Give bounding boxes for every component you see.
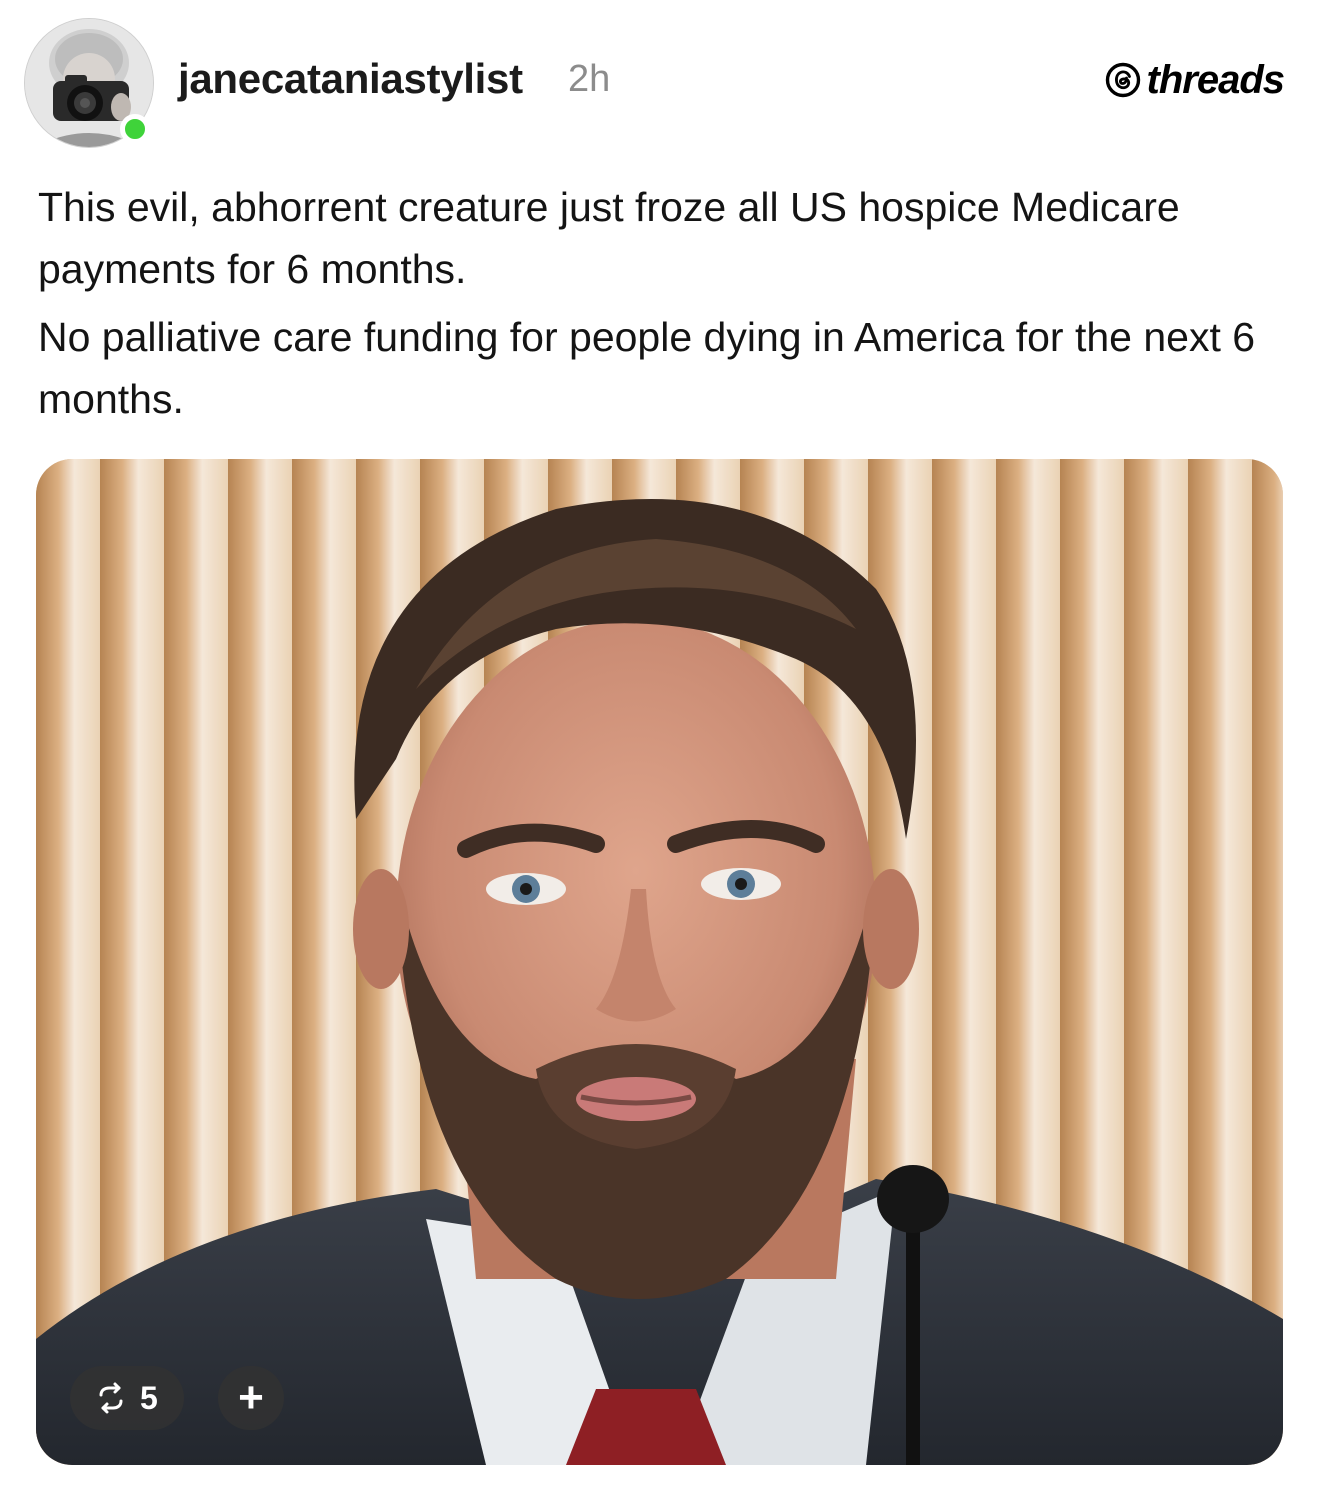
online-status-dot bbox=[120, 114, 150, 144]
author-username[interactable]: janecataniastylist bbox=[178, 54, 523, 104]
post-text-paragraph-1: This evil, abhorrent creature just froze… bbox=[38, 184, 1180, 292]
author-avatar[interactable] bbox=[24, 18, 154, 148]
repost-count: 5 bbox=[140, 1379, 158, 1416]
threads-wordmark: threads bbox=[1146, 58, 1285, 102]
repost-icon bbox=[99, 1382, 123, 1414]
post-photo[interactable] bbox=[36, 459, 1283, 1465]
threads-watermark: threads bbox=[1105, 58, 1285, 102]
post-text-paragraph-2: No palliative care funding for people dy… bbox=[38, 314, 1256, 422]
threads-post: janecataniastylist 2h threads This evil,… bbox=[0, 0, 1320, 1502]
repost-button[interactable]: 5 bbox=[70, 1366, 184, 1430]
post-timestamp: 2h bbox=[568, 58, 611, 100]
post-body: This evil, abhorrent creature just froze… bbox=[38, 176, 1288, 436]
threads-logo-icon bbox=[1105, 62, 1140, 98]
add-button[interactable]: + bbox=[218, 1366, 284, 1430]
